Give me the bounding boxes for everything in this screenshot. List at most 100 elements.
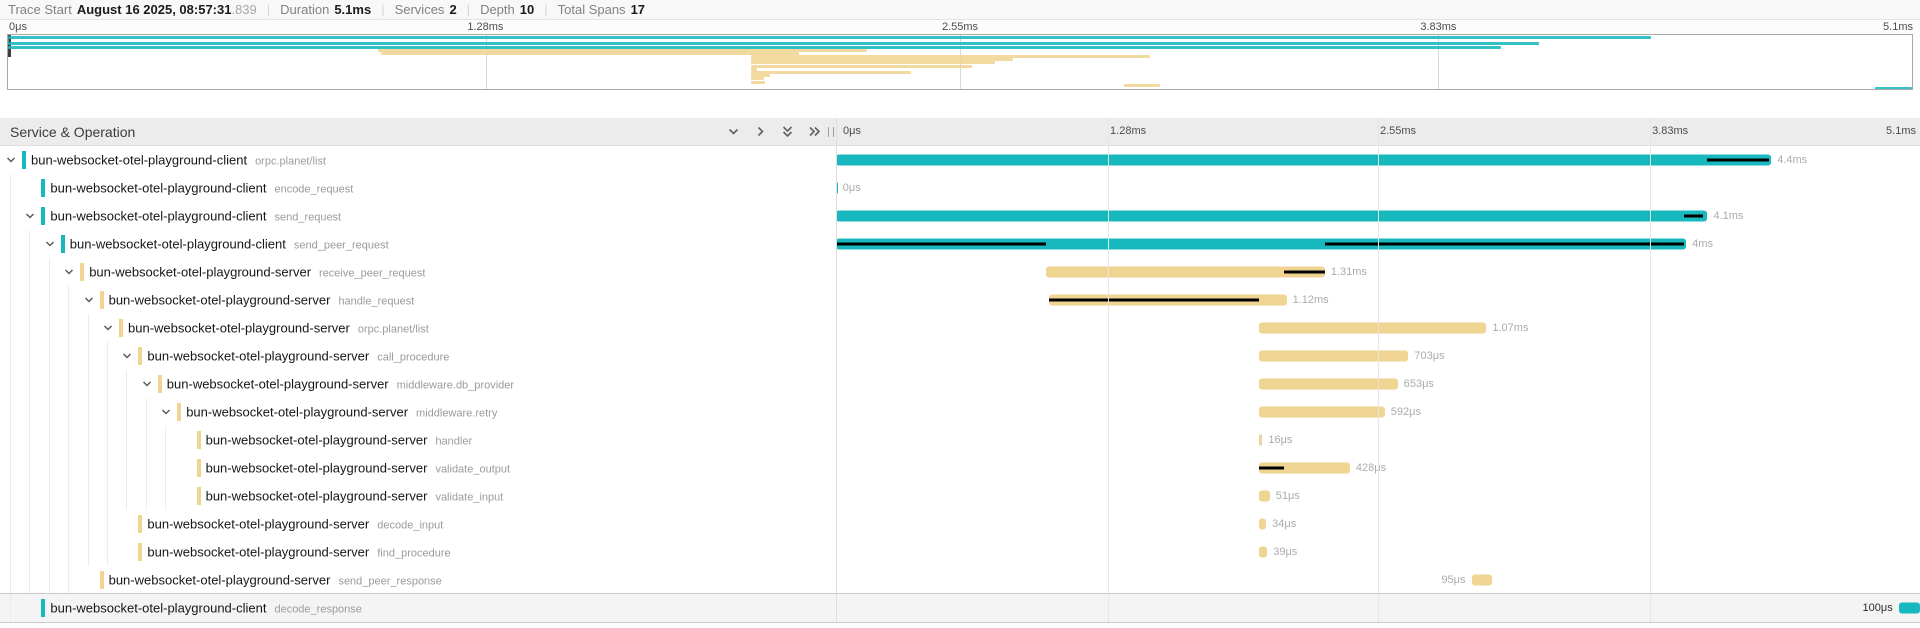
span-name-cell[interactable]: bun-websocket-otel-playground-serversend… [0, 566, 836, 594]
span-row[interactable]: bun-websocket-otel-playground-serverorpc… [0, 314, 1920, 342]
service-operation-header: Service & Operation [0, 118, 836, 145]
divider: | [544, 2, 547, 17]
span-name-cell[interactable]: bun-websocket-otel-playground-clientsend… [0, 202, 836, 230]
span-bar[interactable] [1259, 435, 1262, 446]
span-name-cell[interactable]: bun-websocket-otel-playground-serverdeco… [0, 510, 836, 538]
span-name-cell[interactable]: bun-websocket-otel-playground-servermidd… [0, 370, 836, 398]
trace-start-label: Trace Start [8, 2, 72, 17]
span-bar[interactable] [1899, 603, 1920, 614]
minimap-canvas[interactable] [7, 34, 1913, 90]
span-name-cell[interactable]: bun-websocket-otel-playground-serverorpc… [0, 314, 836, 342]
span-bar[interactable] [1259, 519, 1266, 530]
span-row[interactable]: bun-websocket-otel-playground-servermidd… [0, 370, 1920, 398]
service-color-bar [138, 543, 142, 561]
span-name-cell[interactable]: bun-websocket-otel-playground-servervali… [0, 482, 836, 510]
span-duration-label: 39μs [1273, 546, 1297, 558]
indent-guide [68, 398, 69, 426]
services-label: Services [395, 2, 445, 17]
indent-guide [107, 482, 108, 510]
operation-name: handle_request [338, 296, 414, 308]
service-name: bun-websocket-otel-playground-serversend… [109, 573, 442, 588]
divider: | [467, 2, 470, 17]
chevron-down-icon[interactable] [160, 406, 172, 418]
indent-guide [49, 286, 50, 314]
chevron-down-icon[interactable] [102, 322, 114, 334]
span-bar[interactable] [836, 211, 1707, 222]
chevron-down-icon[interactable] [24, 210, 36, 222]
span-row[interactable]: bun-websocket-otel-playground-servervali… [0, 454, 1920, 482]
span-name-cell[interactable]: bun-websocket-otel-playground-clientsend… [0, 230, 836, 258]
service-color-bar [119, 319, 123, 337]
span-row[interactable]: bun-websocket-otel-playground-clientenco… [0, 174, 1920, 202]
span-bar[interactable] [1259, 547, 1267, 558]
span-row[interactable]: bun-websocket-otel-playground-serversend… [0, 566, 1920, 594]
span-name-cell[interactable]: bun-websocket-otel-playground-servercall… [0, 342, 836, 370]
span-bar[interactable] [1472, 575, 1492, 586]
expand-all-icon[interactable] [807, 124, 822, 139]
service-name: bun-websocket-otel-playground-serverhand… [206, 433, 473, 448]
operation-name: middleware.db_provider [397, 380, 514, 392]
span-row[interactable]: bun-websocket-otel-playground-serverrece… [0, 258, 1920, 286]
chevron-down-icon[interactable] [141, 378, 153, 390]
span-timeline-cell: 34μs [836, 510, 1920, 538]
service-color-bar [41, 207, 45, 225]
span-bar[interactable] [1259, 463, 1350, 474]
indent-guide [107, 538, 108, 566]
span-name-cell[interactable]: bun-websocket-otel-playground-clientorpc… [0, 146, 836, 174]
span-duration-label: 51μs [1276, 490, 1300, 502]
span-row[interactable]: bun-websocket-otel-playground-clientorpc… [0, 146, 1920, 174]
operation-name: send_peer_request [294, 240, 389, 252]
indent-guide [10, 342, 11, 370]
minimap-span-bar [381, 52, 799, 55]
span-bar[interactable] [1259, 407, 1385, 418]
span-bar[interactable] [836, 239, 1686, 250]
span-bar[interactable] [1259, 351, 1408, 362]
indent-guide [107, 342, 108, 370]
span-bar[interactable] [1046, 267, 1324, 278]
span-row[interactable]: bun-websocket-otel-playground-clientsend… [0, 230, 1920, 258]
span-row[interactable]: bun-websocket-otel-playground-clientsend… [0, 202, 1920, 230]
span-name-cell[interactable]: bun-websocket-otel-playground-clientenco… [0, 174, 836, 202]
span-name-cell[interactable]: bun-websocket-otel-playground-serverfind… [0, 538, 836, 566]
span-row[interactable]: bun-websocket-otel-playground-servercall… [0, 342, 1920, 370]
span-name-cell[interactable]: bun-websocket-otel-playground-servervali… [0, 454, 836, 482]
span-bar[interactable] [836, 183, 838, 194]
column-resizer-grip[interactable] [828, 127, 834, 137]
operation-name: validate_output [435, 464, 510, 476]
span-timeline-cell: 39μs [836, 538, 1920, 566]
collapse-one-icon[interactable] [726, 124, 741, 139]
span-name-cell[interactable]: bun-websocket-otel-playground-servermidd… [0, 398, 836, 426]
service-name: bun-websocket-otel-playground-clientsend… [50, 209, 341, 224]
span-name-cell[interactable]: bun-websocket-otel-playground-serverhand… [0, 426, 836, 454]
span-duration-label: 1.12ms [1293, 294, 1329, 306]
operation-name: call_procedure [377, 352, 449, 364]
chevron-down-icon[interactable] [44, 238, 56, 250]
indent-guide [10, 566, 11, 594]
chevron-down-icon[interactable] [63, 266, 75, 278]
span-bar[interactable] [1259, 491, 1270, 502]
span-row[interactable]: bun-websocket-otel-playground-clientdeco… [0, 594, 1920, 622]
chevron-down-icon[interactable] [5, 154, 17, 166]
span-name-cell[interactable]: bun-websocket-otel-playground-clientdeco… [0, 594, 836, 622]
span-duration-label: 4.1ms [1713, 210, 1743, 222]
span-bar[interactable] [1259, 323, 1486, 334]
span-row[interactable]: bun-websocket-otel-playground-serverhand… [0, 426, 1920, 454]
service-name: bun-websocket-otel-playground-serverhand… [109, 293, 415, 308]
span-bar[interactable] [1049, 295, 1287, 306]
span-bar[interactable] [1259, 379, 1398, 390]
span-name-cell[interactable]: bun-websocket-otel-playground-serverrece… [0, 258, 836, 286]
expand-one-icon[interactable] [753, 124, 768, 139]
span-row[interactable]: bun-websocket-otel-playground-serverdeco… [0, 510, 1920, 538]
span-bar[interactable] [836, 155, 1771, 166]
span-row[interactable]: bun-websocket-otel-playground-serverhand… [0, 286, 1920, 314]
chevron-down-icon[interactable] [83, 294, 95, 306]
chevron-down-icon[interactable] [121, 350, 133, 362]
span-row[interactable]: bun-websocket-otel-playground-servermidd… [0, 398, 1920, 426]
span-timeline-cell: 0μs [836, 174, 1920, 202]
span-row[interactable]: bun-websocket-otel-playground-servervali… [0, 482, 1920, 510]
collapse-all-icon[interactable] [780, 124, 795, 139]
span-row[interactable]: bun-websocket-otel-playground-serverfind… [0, 538, 1920, 566]
span-name-cell[interactable]: bun-websocket-otel-playground-serverhand… [0, 286, 836, 314]
operation-name: receive_peer_request [319, 268, 425, 280]
indent-guide [88, 538, 89, 566]
